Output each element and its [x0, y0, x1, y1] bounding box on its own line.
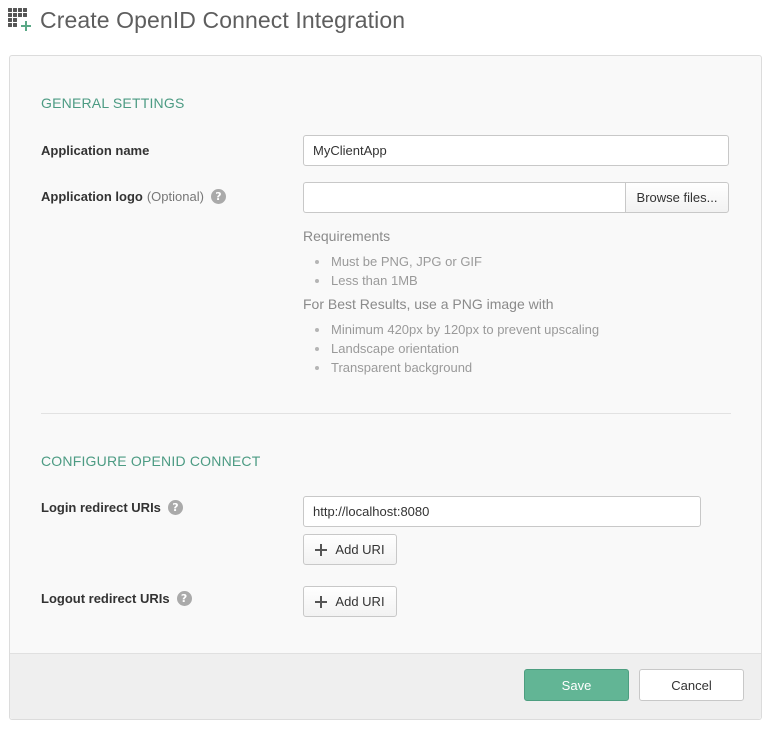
- list-item: Minimum 420px by 120px to prevent upscal…: [303, 320, 599, 339]
- help-icon[interactable]: ?: [210, 189, 226, 204]
- add-logout-uri-button[interactable]: Add URI: [303, 586, 397, 617]
- add-login-uri-button[interactable]: Add URI: [303, 534, 397, 565]
- list-item: Landscape orientation: [303, 339, 599, 358]
- add-uri-label: Add URI: [335, 594, 385, 609]
- integration-form-card: GENERAL SETTINGS Application name Applic…: [9, 55, 762, 720]
- logout-redirect-label-text: Logout redirect URIs: [41, 591, 170, 606]
- logo-file-picker: Browse files...: [303, 182, 729, 213]
- best-results-list: Minimum 420px by 120px to prevent upscal…: [303, 320, 599, 377]
- application-logo-label-text: Application logo: [41, 189, 143, 204]
- logo-requirements: Requirements Must be PNG, JPG or GIF Les…: [303, 228, 599, 377]
- requirements-list: Must be PNG, JPG or GIF Less than 1MB: [303, 252, 599, 290]
- page-header: Create OpenID Connect Integration: [8, 6, 405, 34]
- general-settings-heading: GENERAL SETTINGS: [41, 95, 185, 111]
- browse-files-button[interactable]: Browse files...: [625, 182, 729, 213]
- best-results-heading: For Best Results, use a PNG image with: [303, 296, 554, 312]
- add-uri-label: Add URI: [335, 542, 385, 557]
- list-item: Transparent background: [303, 358, 599, 377]
- logo-file-input[interactable]: [303, 182, 625, 213]
- application-logo-label: Application logo (Optional) ?: [41, 189, 226, 204]
- list-item: Less than 1MB: [303, 271, 599, 290]
- login-redirect-label-text: Login redirect URIs: [41, 500, 161, 515]
- help-icon[interactable]: ?: [176, 591, 192, 606]
- plus-icon: [315, 543, 328, 556]
- login-redirect-label: Login redirect URIs ?: [41, 500, 183, 515]
- logout-redirect-label: Logout redirect URIs ?: [41, 591, 192, 606]
- requirements-heading: Requirements: [303, 228, 391, 244]
- page-title: Create OpenID Connect Integration: [40, 6, 406, 33]
- login-redirect-uri-input[interactable]: [303, 496, 701, 527]
- help-icon[interactable]: ?: [167, 500, 183, 515]
- form-footer: Save Cancel: [10, 653, 761, 719]
- plus-icon: [315, 595, 328, 608]
- configure-openid-heading: CONFIGURE OPENID CONNECT: [41, 453, 261, 469]
- cancel-button[interactable]: Cancel: [639, 669, 744, 701]
- application-name-label-text: Application name: [41, 143, 150, 158]
- save-button[interactable]: Save: [524, 669, 629, 701]
- section-divider: [41, 413, 731, 414]
- application-name-input[interactable]: [303, 135, 729, 166]
- list-item: Must be PNG, JPG or GIF: [303, 252, 599, 271]
- optional-text: (Optional): [146, 189, 204, 204]
- application-name-label: Application name: [41, 143, 149, 158]
- app-grid-add-icon: [8, 8, 34, 32]
